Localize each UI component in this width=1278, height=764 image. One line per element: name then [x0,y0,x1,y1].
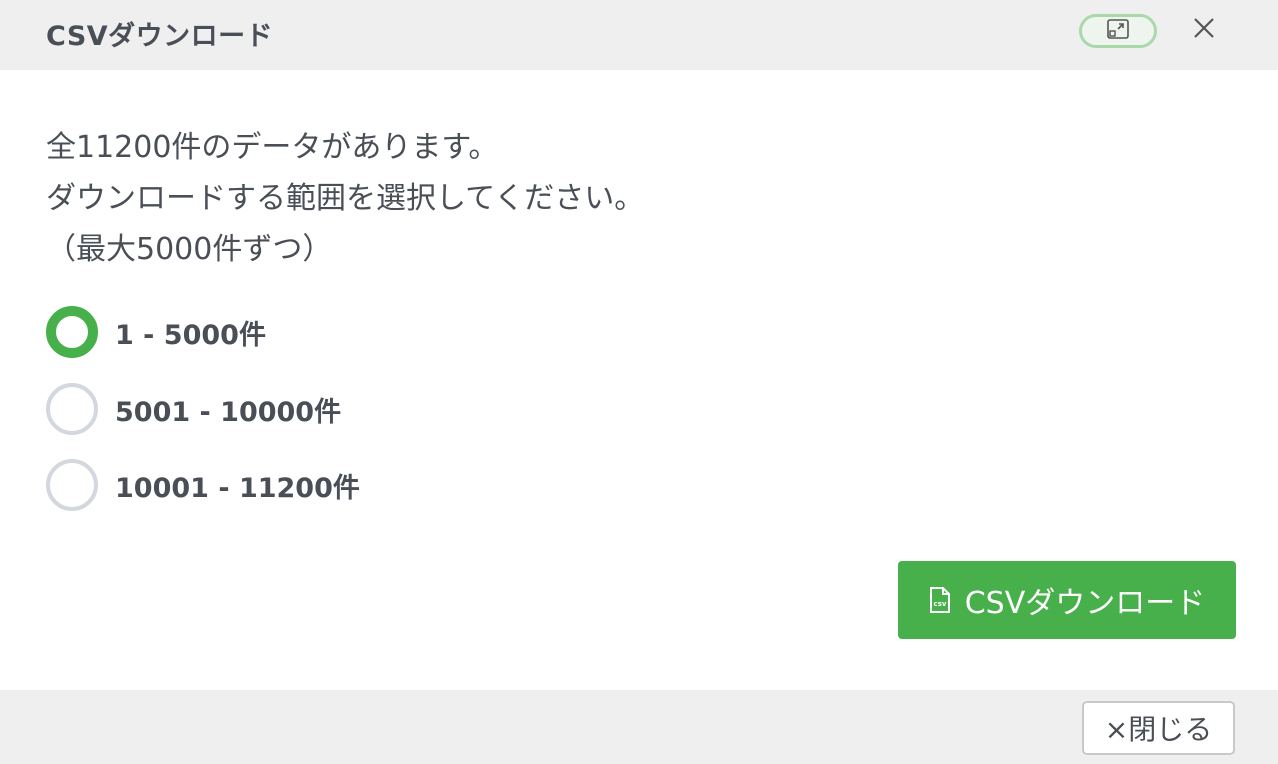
message-line-total: 全11200件のデータがあります。 [46,130,499,165]
close-icon [1192,16,1216,44]
radio-button[interactable] [46,383,98,435]
expand-icon [1106,17,1130,45]
range-option-label: 5001 - 10000件 [115,396,342,428]
range-option-3[interactable]: 10001 - 11200件 [46,459,360,511]
modal-footer: ×閉じる [0,690,1278,764]
modal-header: CSVダウンロード [0,0,1278,70]
close-button[interactable]: ×閉じる [1082,701,1235,755]
range-option-2[interactable]: 5001 - 10000件 [46,383,341,435]
csv-download-modal: CSVダウンロード 全11200件のデータがあります。 ダウンロードする範囲を選… [0,0,1278,764]
modal-title: CSVダウンロード [46,21,274,52]
range-option-1[interactable]: 1 - 5000件 [46,306,266,358]
radio-button[interactable] [46,459,98,511]
range-message: 全11200件のデータがあります。 ダウンロードする範囲を選択してください。 （… [46,122,644,275]
csv-download-label: CSVダウンロード [964,586,1206,621]
csv-download-button[interactable]: csv CSVダウンロード [898,561,1236,639]
close-icon-button[interactable] [1187,13,1221,47]
svg-text:csv: csv [933,600,946,608]
range-option-label: 10001 - 11200件 [115,472,360,504]
expand-button[interactable] [1079,14,1157,48]
range-option-label: 1 - 5000件 [115,319,266,351]
csv-file-icon: csv [929,586,951,614]
message-line-limit: （最大5000件ずつ） [46,232,333,267]
radio-button-selected[interactable] [46,306,98,358]
message-line-instruction: ダウンロードする範囲を選択してください。 [46,181,645,216]
